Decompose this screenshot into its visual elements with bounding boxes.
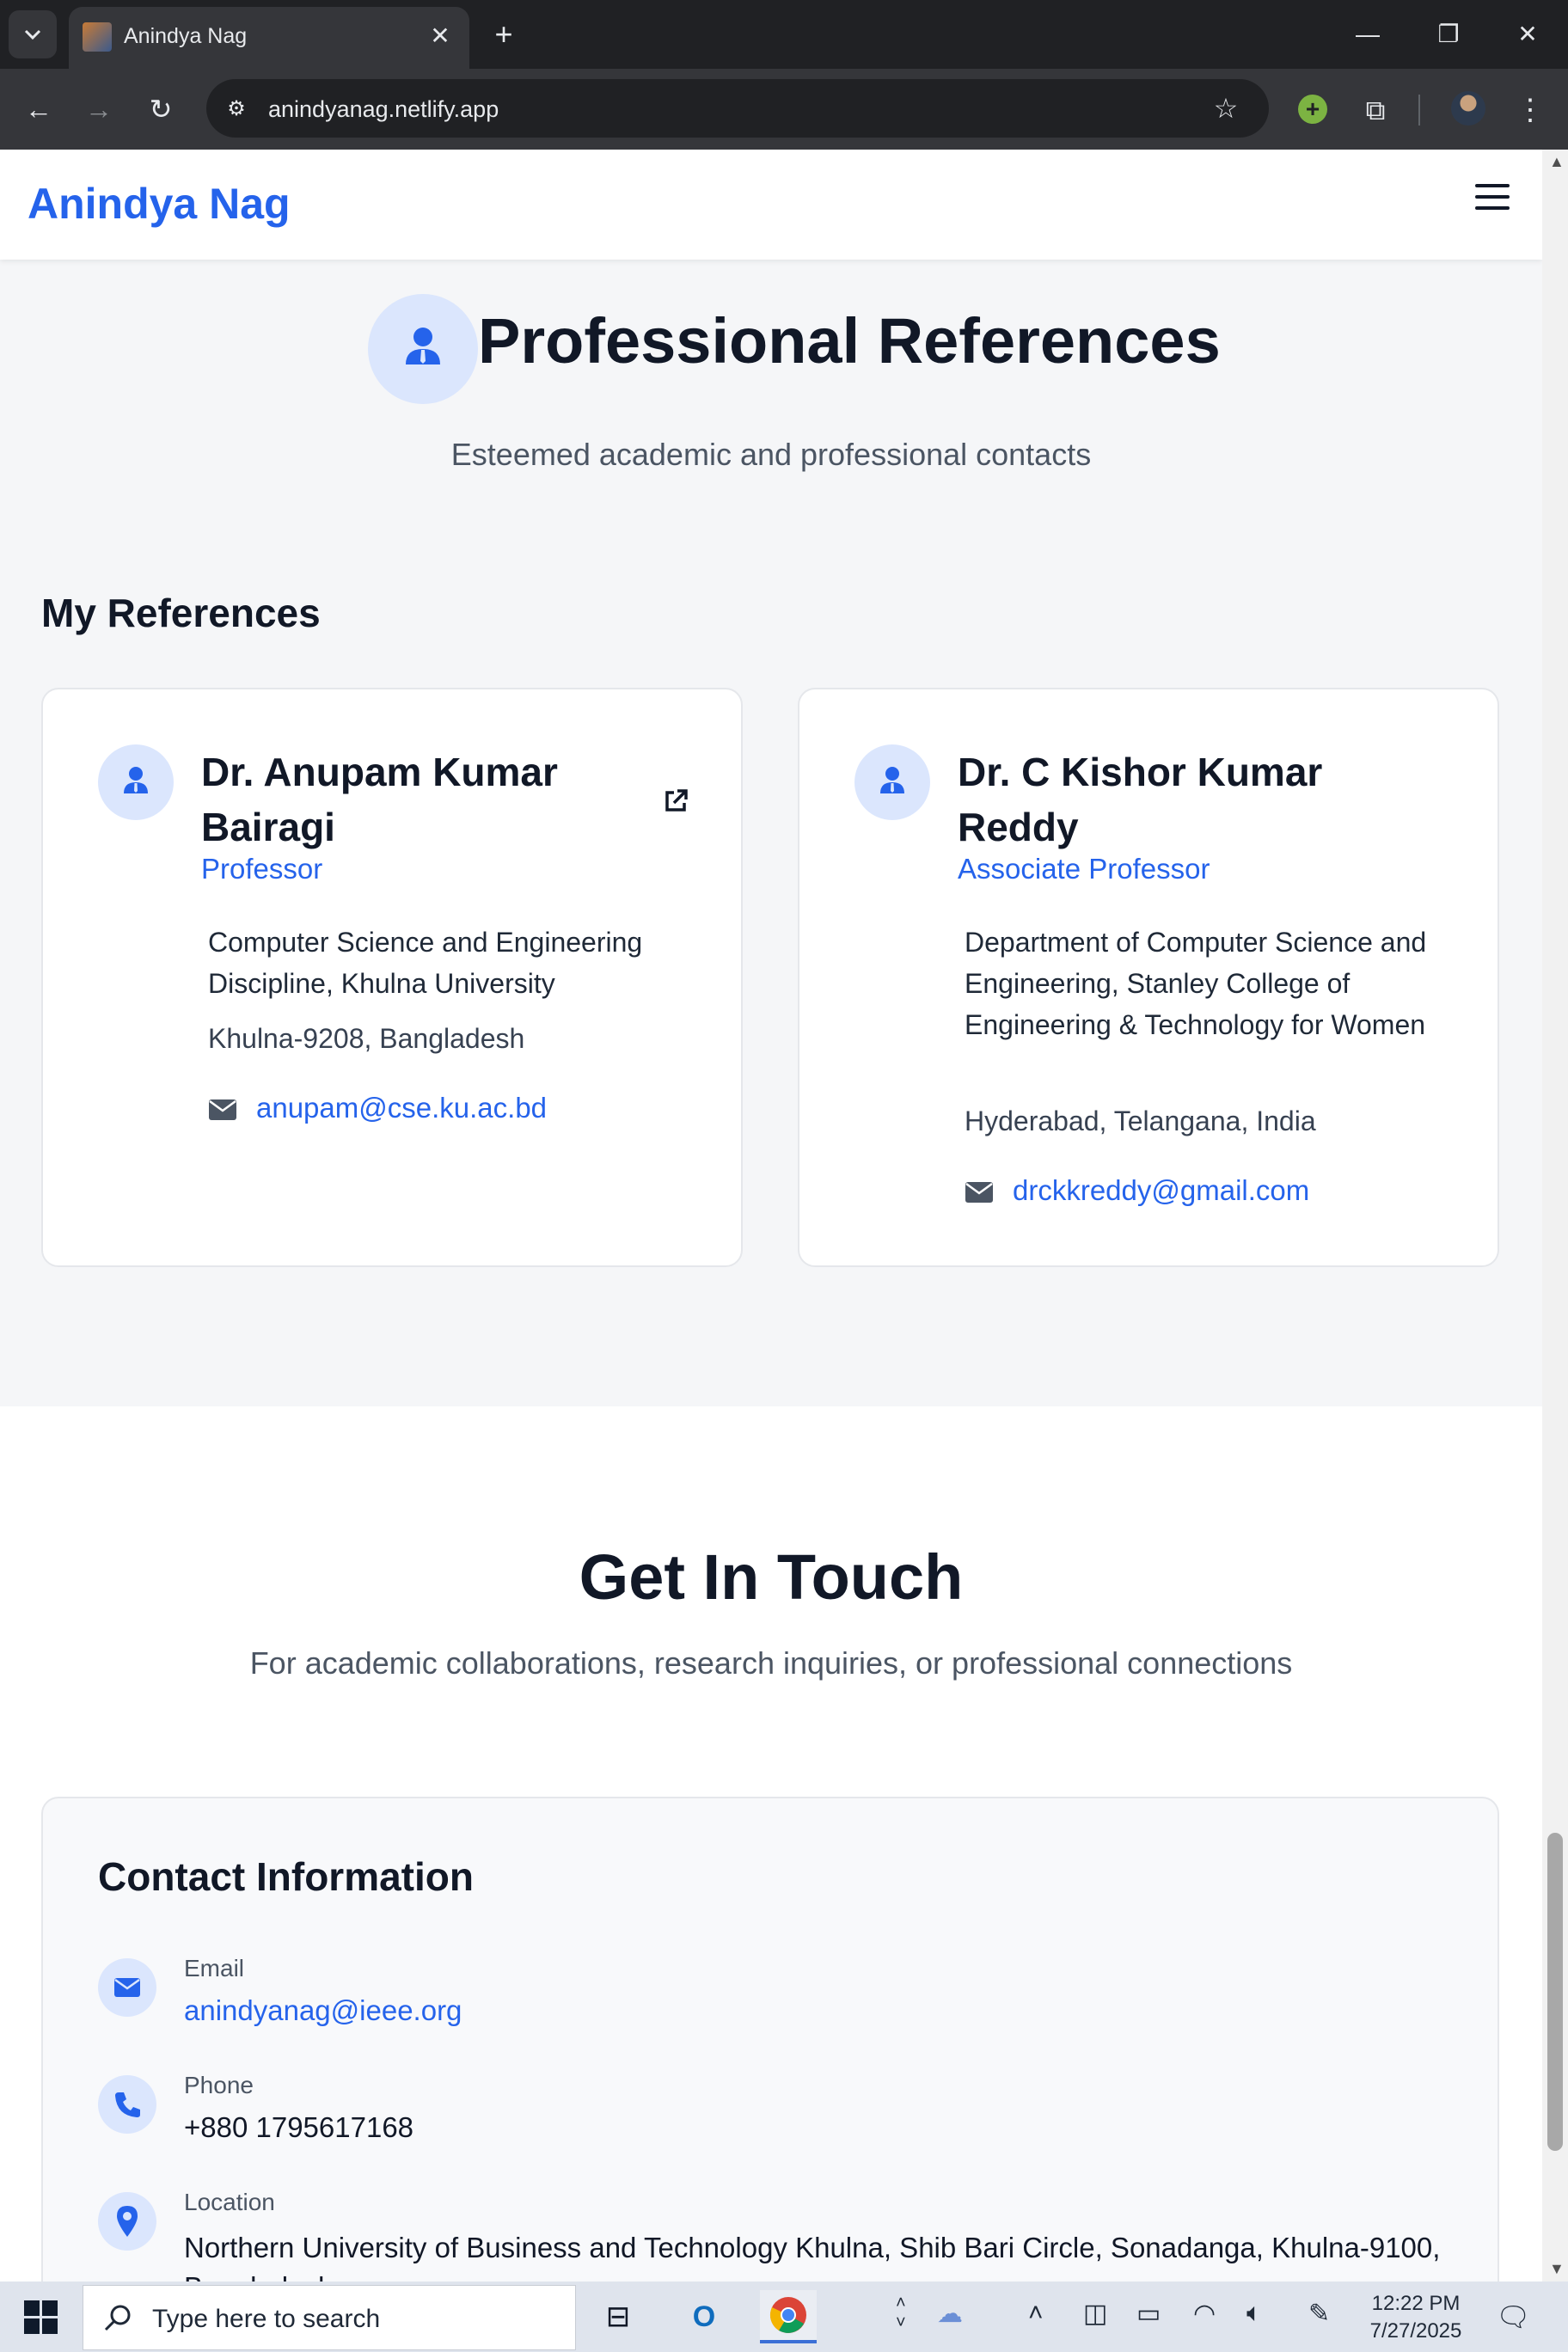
contact-phone-label: Phone xyxy=(184,2072,254,2098)
taskbar-search-placeholder[interactable]: Type here to search xyxy=(152,2305,380,2334)
reference-title: Professor xyxy=(201,853,323,885)
reference-affiliation: Department of Computer Science and Engin… xyxy=(965,927,1427,1040)
profile-avatar[interactable] xyxy=(1451,91,1485,126)
favicon-icon xyxy=(83,22,112,52)
reference-title: Associate Professor xyxy=(958,853,1210,885)
reference-email-link[interactable]: anupam@cse.ku.ac.bd xyxy=(256,1092,547,1124)
envelope-icon xyxy=(965,1182,993,1203)
close-window-button[interactable]: ✕ xyxy=(1506,14,1549,55)
browser-toolbar: ← → ↻ ⚙ anindyanag.netlify.app ☆ + ⧉ ⋮ xyxy=(0,69,1568,150)
onedrive-icon[interactable]: ☁ xyxy=(937,2299,963,2329)
chrome-taskbar-icon[interactable] xyxy=(760,2290,817,2343)
new-tab-button[interactable]: + xyxy=(487,17,521,52)
volume-icon[interactable]: 🔈︎ xyxy=(1246,2299,1262,2328)
reference-card: Dr. Anupam Kumar Bairagi Professor Compu… xyxy=(41,688,743,1267)
back-button[interactable]: ← xyxy=(17,88,60,131)
windows-start-button[interactable] xyxy=(24,2300,58,2335)
windows-taskbar: Type here to search ⊟ O ˄ ˅ ☁ ˄ ◫ ▭ ◠ 🔈︎ … xyxy=(0,2282,1568,2352)
meet-icon[interactable]: ◫ xyxy=(1083,2299,1107,2329)
reference-location: Hyderabad, Telangana, India xyxy=(965,1106,1316,1136)
chevron-down-icon xyxy=(24,29,41,40)
contact-location-label: Location xyxy=(184,2189,275,2215)
extensions-puzzle-icon[interactable]: ⧉ xyxy=(1357,91,1394,129)
contact-phone-value: +880 1795617168 xyxy=(184,2111,414,2143)
tab-search-button[interactable] xyxy=(9,10,57,58)
search-icon xyxy=(104,2305,131,2331)
contact-subtitle: For academic collaborations, research in… xyxy=(249,1645,1293,1681)
scroll-down-icon[interactable]: ▼ xyxy=(1549,2260,1565,2278)
reference-affiliation: Computer Science and Engineering Discipl… xyxy=(208,927,643,999)
wifi-icon[interactable]: ◠ xyxy=(1193,2299,1216,2329)
reference-name: Dr. C Kishor Kumar Reddy xyxy=(958,750,1323,849)
user-tie-icon xyxy=(124,767,148,793)
outlook-icon[interactable]: O xyxy=(676,2290,732,2343)
site-header: Anindya Nag xyxy=(0,150,1542,260)
bookmark-star-icon[interactable]: ☆ xyxy=(1209,91,1243,126)
taskbar-scroll-arrows[interactable]: ˄ ˅ xyxy=(896,2294,906,2333)
extension-plus-icon[interactable]: + xyxy=(1298,95,1327,124)
phone-icon xyxy=(115,2092,140,2117)
scroll-up-icon[interactable]: ▲ xyxy=(1549,153,1565,171)
contact-title: Get In Touch xyxy=(579,1541,964,1613)
page-scrollbar[interactable]: ▲ ▼ xyxy=(1542,150,1568,2282)
reference-email-link[interactable]: drckkreddy@gmail.com xyxy=(1013,1174,1309,1207)
battery-icon[interactable]: ▭ xyxy=(1136,2299,1161,2329)
reference-avatar xyxy=(854,744,930,820)
contact-email-label: Email xyxy=(184,1955,245,1981)
pen-icon[interactable]: ✎ xyxy=(1308,2299,1330,2329)
contact-email-link[interactable]: anindyanag@ieee.org xyxy=(184,1994,462,2027)
reference-avatar xyxy=(98,744,174,820)
url-text[interactable]: anindyanag.netlify.app xyxy=(268,96,499,123)
scrollbar-thumb[interactable] xyxy=(1547,1833,1563,2151)
envelope-icon xyxy=(209,1099,236,1120)
tab-close-icon[interactable]: ✕ xyxy=(423,19,457,53)
external-link-icon[interactable] xyxy=(660,786,691,817)
tab-title: Anindya Nag xyxy=(124,24,248,48)
reload-button[interactable]: ↻ xyxy=(139,88,182,131)
contact-location-value: Northern University of Business and Tech… xyxy=(184,2232,1441,2282)
references-subtitle: Esteemed academic and professional conta… xyxy=(450,437,1092,472)
taskbar-search-box[interactable]: Type here to search xyxy=(83,2285,576,2350)
my-references-heading: My References xyxy=(41,591,321,635)
reference-card: Dr. C Kishor Kumar Reddy Associate Profe… xyxy=(798,688,1499,1267)
references-title: Professional References xyxy=(478,305,1221,377)
clock-time: 12:22 PM xyxy=(1371,2292,1461,2315)
references-badge xyxy=(368,294,478,404)
user-tie-icon xyxy=(406,328,440,364)
user-tie-icon xyxy=(880,767,904,793)
page-viewport: Anindya Nag Professional References Este… xyxy=(0,150,1542,2282)
contact-phone-badge xyxy=(98,2075,156,2134)
clock-date: 7/27/2025 xyxy=(1369,2319,1462,2343)
map-pin-icon xyxy=(117,2206,138,2237)
contact-information-card: Contact Information Email anindyanag@iee… xyxy=(41,1797,1499,2282)
envelope-icon xyxy=(114,1978,140,1997)
site-brand[interactable]: Anindya Nag xyxy=(28,179,291,229)
contact-information-heading: Contact Information xyxy=(98,1854,474,1899)
browser-tab-bar: Anindya Nag ✕ + — ❐ ✕ xyxy=(0,0,1568,69)
contact-email-badge xyxy=(98,1958,156,2017)
restore-button[interactable]: ❐ xyxy=(1427,14,1470,55)
site-settings-icon[interactable]: ⚙ xyxy=(222,95,251,124)
minimize-button[interactable]: — xyxy=(1346,14,1389,55)
browser-menu-icon[interactable]: ⋮ xyxy=(1513,91,1547,129)
reference-location: Khulna-9208, Bangladesh xyxy=(208,1023,525,1054)
contact-location-badge xyxy=(98,2192,156,2251)
reference-name: Dr. Anupam Kumar Bairagi xyxy=(201,750,558,849)
task-view-icon[interactable]: ⊟ xyxy=(590,2290,646,2343)
chrome-icon xyxy=(769,2297,806,2333)
notification-center-icon[interactable]: 🗨︎ xyxy=(1496,2300,1531,2335)
toolbar-divider xyxy=(1418,95,1420,126)
taskbar-clock[interactable]: 12:22 PM 7/27/2025 xyxy=(1369,2290,1463,2345)
forward-button[interactable]: → xyxy=(77,88,120,131)
browser-tab[interactable]: Anindya Nag ✕ xyxy=(69,7,469,69)
hamburger-menu-icon[interactable] xyxy=(1475,184,1513,213)
address-bar[interactable]: ⚙ anindyanag.netlify.app ☆ xyxy=(206,79,1269,138)
show-hidden-icons-icon[interactable]: ˄ xyxy=(1028,2299,1044,2328)
